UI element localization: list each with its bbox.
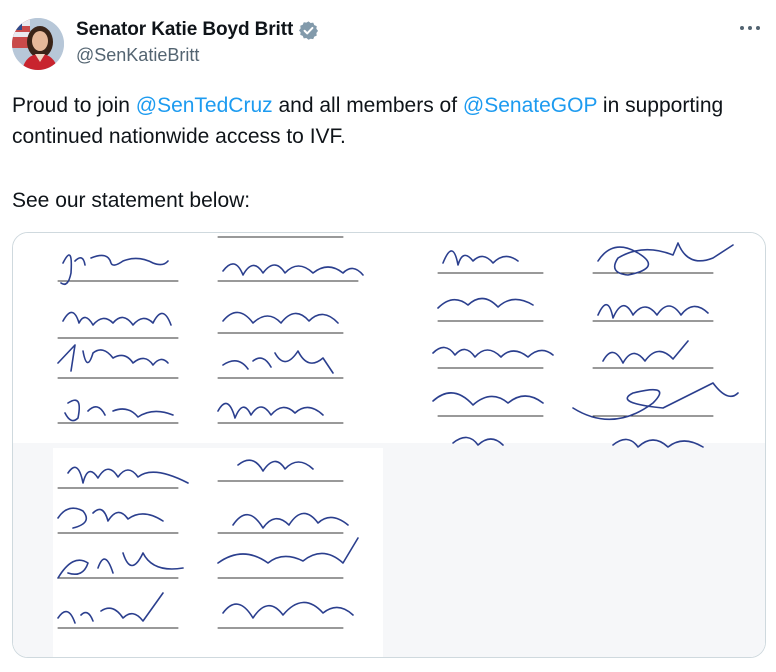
more-options-button[interactable] — [736, 18, 764, 38]
author-name-row[interactable]: Senator Katie Boyd Britt — [76, 19, 319, 41]
avatar[interactable] — [12, 18, 64, 70]
signatures-artwork — [13, 233, 765, 657]
signatures-image[interactable] — [12, 232, 766, 658]
author-display-name[interactable]: Senator Katie Boyd Britt — [76, 19, 293, 41]
tweet-text-middle: and all members of — [272, 94, 463, 117]
tweet-paragraph-2: See our statement below: — [12, 189, 251, 212]
tweet-card: Senator Katie Boyd Britt @SenKatieBritt … — [0, 0, 776, 672]
mention-senategop-link[interactable]: @SenateGOP — [463, 94, 597, 117]
verified-badge-icon — [298, 20, 319, 41]
ellipsis-icon — [740, 26, 760, 30]
mention-sentedcruz-link[interactable]: @SenTedCruz — [136, 94, 273, 117]
tweet-text: Proud to join @SenTedCruz and all member… — [12, 90, 752, 216]
tweet-paragraph-1: Proud to join @SenTedCruz and all member… — [12, 90, 752, 152]
author-handle[interactable]: @SenKatieBritt — [76, 45, 199, 66]
tweet-text-before: Proud to join — [12, 94, 136, 117]
